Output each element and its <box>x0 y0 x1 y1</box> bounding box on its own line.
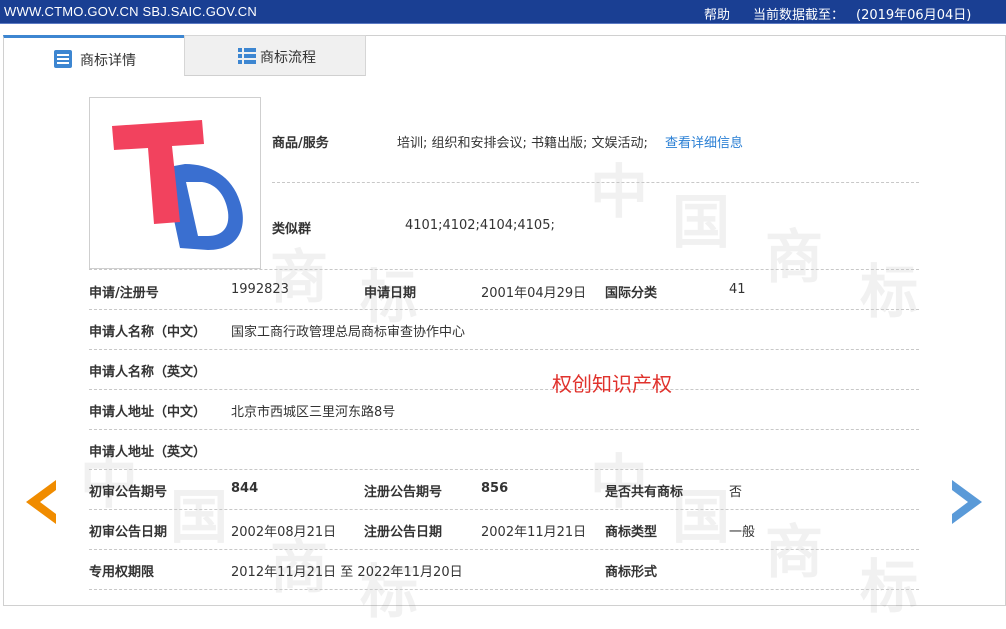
shared-value: 否 <box>729 485 743 500</box>
site-urls: WWW.CTMO.GOV.CN SBJ.SAIC.GOV.CN <box>4 4 257 19</box>
trademark-image <box>89 97 261 269</box>
reg-no-value: 1992823 <box>231 282 289 297</box>
goods-services-value: 培训; 组织和安排会议; 书籍出版; 文娱活动; <box>397 136 648 151</box>
type-value: 一般 <box>729 525 756 540</box>
tab-bar: 商标详情 商标流程 <box>3 35 1006 76</box>
divider <box>89 549 919 550</box>
divider <box>89 469 919 470</box>
tab-trademark-flow[interactable]: 商标流程 <box>184 35 366 76</box>
term-value: 2012年11月21日 至 2022年11月20日 <box>231 565 463 580</box>
data-date-value: (2019年06月04日) <box>856 8 972 23</box>
prelim-date-label: 初审公告日期 <box>89 525 168 540</box>
view-details-link[interactable]: 查看详细信息 <box>665 132 743 151</box>
divider <box>89 389 919 390</box>
goods-services-label: 商品/服务 <box>272 136 329 151</box>
list-flow-icon <box>238 47 258 67</box>
form-label: 商标形式 <box>605 565 658 580</box>
address-en-label: 申请人地址（英文） <box>89 445 207 460</box>
address-cn-label: 申请人地址（中文） <box>89 405 207 420</box>
prev-arrow-icon[interactable] <box>22 478 58 526</box>
similar-group-label: 类似群 <box>272 222 312 237</box>
type-label: 商标类型 <box>605 525 658 540</box>
data-date-label: 当前数据截至： <box>753 8 845 23</box>
divider <box>89 349 919 350</box>
reg-no-label: 申请/注册号 <box>89 286 159 301</box>
brand-watermark-text: 权创知识产权 <box>552 372 672 396</box>
apply-date-value: 2001年04月29日 <box>481 286 587 301</box>
divider <box>89 589 919 590</box>
list-detail-icon <box>53 49 73 69</box>
applicant-cn-value: 国家工商行政管理总局商标审查协作中心 <box>231 325 466 340</box>
intl-class-label: 国际分类 <box>605 286 658 301</box>
top-bar: WWW.CTMO.GOV.CN SBJ.SAIC.GOV.CN 帮助 当前数据截… <box>0 0 1006 24</box>
prelim-no-label: 初审公告期号 <box>89 485 168 500</box>
prelim-no-value: 844 <box>231 481 259 496</box>
applicant-cn-label: 申请人名称（中文） <box>89 325 207 340</box>
tab-label: 商标详情 <box>80 53 136 69</box>
address-cn-value: 北京市西城区三里河东路8号 <box>231 405 396 420</box>
prelim-date-value: 2002年08月21日 <box>231 525 337 540</box>
apply-date-label: 申请日期 <box>364 286 417 301</box>
tab-trademark-detail[interactable]: 商标详情 <box>3 35 184 76</box>
reg-pub-no-label: 注册公告期号 <box>364 485 443 500</box>
next-arrow-icon[interactable] <box>950 478 986 526</box>
divider <box>272 182 919 183</box>
applicant-en-label: 申请人名称（英文） <box>89 365 207 380</box>
divider <box>89 309 919 310</box>
tab-label: 商标流程 <box>260 50 316 66</box>
reg-pub-date-value: 2002年11月21日 <box>481 525 587 540</box>
reg-pub-no-value: 856 <box>481 481 509 496</box>
similar-group-value: 4101;4102;4104;4105; <box>405 218 555 233</box>
shared-label: 是否共有商标 <box>605 485 684 500</box>
reg-pub-date-label: 注册公告日期 <box>364 525 443 540</box>
intl-class-value: 41 <box>729 282 746 297</box>
divider <box>89 509 919 510</box>
trademark-td-logo <box>112 120 243 250</box>
divider <box>89 269 919 270</box>
term-label: 专用权期限 <box>89 565 155 580</box>
help-link[interactable]: 帮助 <box>704 4 730 23</box>
divider <box>89 429 919 430</box>
